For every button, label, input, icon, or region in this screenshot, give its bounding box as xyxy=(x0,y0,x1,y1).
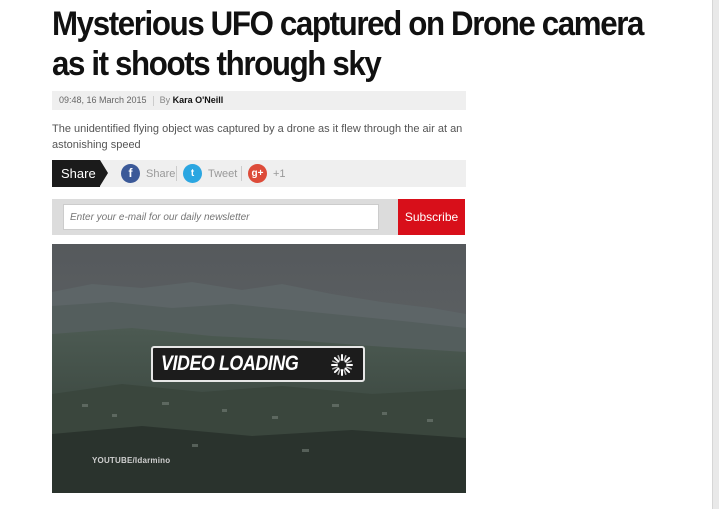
share-divider xyxy=(176,166,177,181)
twitter-tweet-label: Tweet xyxy=(208,167,238,180)
byline-label: By xyxy=(159,95,171,105)
video-player[interactable]: VIDEO LOADING YOUTUBE/Idarmino xyxy=(52,244,466,493)
video-credit: YOUTUBE/Idarmino xyxy=(92,456,171,465)
video-loading-text: VIDEO LOADING xyxy=(161,352,299,375)
googleplus-label: +1 xyxy=(273,167,286,180)
article-headline: Mysterious UFO captured on Drone camera … xyxy=(52,5,644,83)
facebook-icon: f xyxy=(121,164,140,183)
article-meta: 09:48, 16 March 2015 By Kara O'Neill xyxy=(52,91,466,110)
facebook-share-button[interactable]: f Share xyxy=(121,164,175,183)
twitter-icon: t xyxy=(183,164,202,183)
facebook-share-label: Share xyxy=(146,167,176,180)
loading-spinner-icon xyxy=(331,354,353,376)
newsletter-email-input[interactable] xyxy=(63,204,379,230)
page-scrollbar[interactable] xyxy=(712,0,719,509)
newsletter-signup: Subscribe xyxy=(52,199,465,235)
share-bar: Share f Share t Tweet g+ +1 xyxy=(52,160,466,187)
article-timestamp: 09:48, 16 March 2015 xyxy=(59,95,147,105)
subscribe-button[interactable]: Subscribe xyxy=(398,199,465,235)
googleplus-icon: g+ xyxy=(248,164,267,183)
author-link[interactable]: Kara O'Neill xyxy=(173,95,224,105)
share-divider xyxy=(241,166,242,181)
googleplus-button[interactable]: g+ +1 xyxy=(248,164,286,183)
meta-divider xyxy=(152,95,154,106)
share-tab: Share xyxy=(52,160,108,187)
twitter-tweet-button[interactable]: t Tweet xyxy=(183,164,237,183)
article-standfirst: The unidentified flying object was captu… xyxy=(52,123,463,151)
video-loading-badge: VIDEO LOADING xyxy=(151,346,365,382)
